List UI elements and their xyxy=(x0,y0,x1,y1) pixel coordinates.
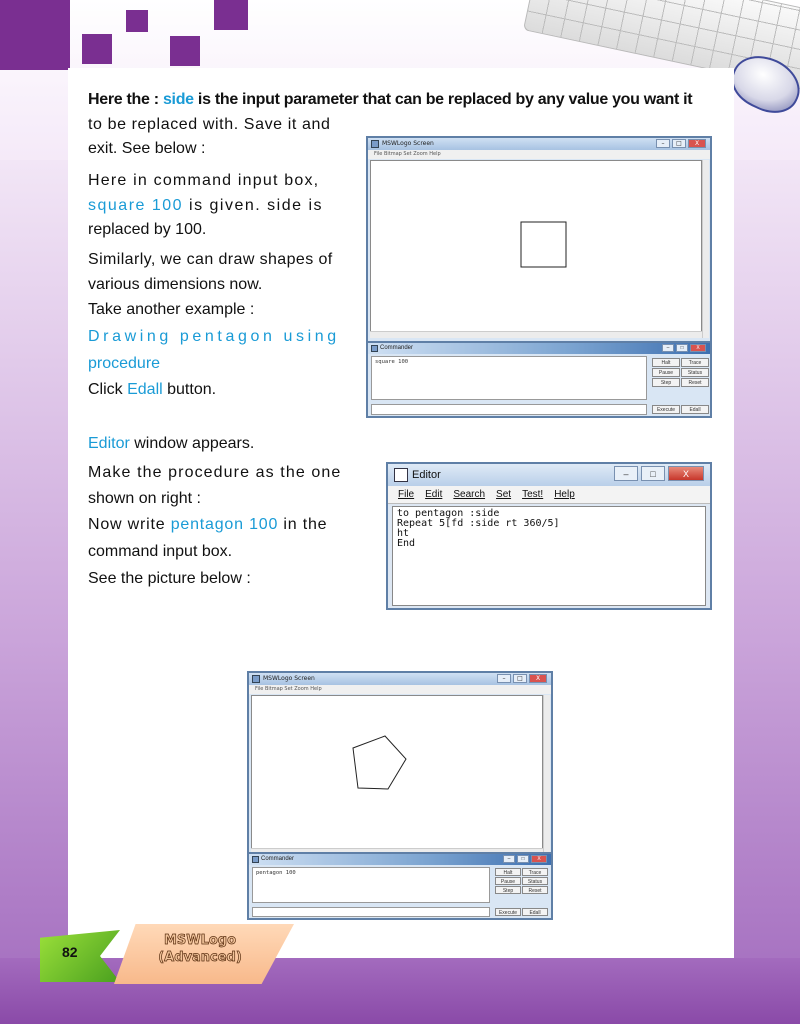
horizontal-scrollbar[interactable] xyxy=(370,331,702,338)
window-menubar[interactable]: File Bitmap Set Zoom Help xyxy=(368,150,710,159)
command-input[interactable] xyxy=(371,404,647,415)
code-pentagon-100: pentagon 100 xyxy=(170,516,279,533)
para1-line3: exit. See below : xyxy=(88,140,206,157)
step-button[interactable]: Step xyxy=(652,378,680,387)
para2-line2: square 100 is given. side is xyxy=(88,197,323,214)
commander-window-1: Commander – □ X square 100 Halt Trace Pa… xyxy=(366,341,712,418)
decor-square xyxy=(126,10,148,32)
maximize-icon[interactable]: □ xyxy=(517,855,529,863)
window-titlebar: MSWLogo Screen – □ X xyxy=(368,138,710,150)
app-icon xyxy=(371,140,379,148)
para4-line1: Make the procedure as the one xyxy=(88,464,342,481)
minimize-icon[interactable]: – xyxy=(662,344,674,352)
execute-button[interactable]: Execute xyxy=(652,405,680,414)
pentagon-drawing xyxy=(352,735,407,790)
maximize-icon[interactable]: □ xyxy=(641,466,665,481)
window-menubar[interactable]: File Bitmap Set Zoom Help xyxy=(249,685,551,694)
step-button[interactable]: Step xyxy=(495,886,521,894)
menu-file[interactable]: File xyxy=(398,486,414,503)
decor-square xyxy=(82,34,112,64)
menu-edit[interactable]: Edit xyxy=(425,486,442,503)
close-icon[interactable]: X xyxy=(668,466,704,481)
decor-square xyxy=(0,0,70,70)
status-button[interactable]: Status xyxy=(681,368,709,377)
square-drawing xyxy=(520,221,567,268)
editor-code-area[interactable]: to pentagon :side Repeat 5[fd :side rt 3… xyxy=(392,506,706,606)
pause-button[interactable]: Pause xyxy=(495,877,521,885)
click-edall-line: Click Edall button. xyxy=(88,381,217,398)
close-icon[interactable]: X xyxy=(690,344,706,352)
code-square-100: square 100 xyxy=(88,197,184,214)
param-side: side xyxy=(162,91,194,108)
edall-button[interactable]: Edall xyxy=(522,908,548,916)
drawing-canvas[interactable] xyxy=(370,160,702,338)
para4-line4: command input box. xyxy=(88,543,233,560)
menu-help[interactable]: Help xyxy=(554,486,575,503)
mswlogo-screen-window-2: MSWLogo Screen – □ X File Bitmap Set Zoo… xyxy=(247,671,553,861)
editor-window: Editor – □ X File Edit Search Set Test! … xyxy=(386,462,712,610)
pause-button[interactable]: Pause xyxy=(652,368,680,377)
halt-button[interactable]: Halt xyxy=(652,358,680,367)
command-input[interactable] xyxy=(252,907,490,917)
app-icon xyxy=(371,345,378,352)
para1-line1: Here the : side is the input parameter t… xyxy=(88,91,693,108)
para2-line1: Here in command input box, xyxy=(88,172,320,189)
halt-button[interactable]: Halt xyxy=(495,868,521,876)
edall-button[interactable]: Edall xyxy=(681,405,709,414)
commander-window-2: Commander – □ X pentagon 100 Halt Trace … xyxy=(247,852,553,920)
editor-titlebar: Editor – □ X xyxy=(388,464,710,486)
commander-titlebar: Commander – □ X xyxy=(249,854,551,865)
vertical-scrollbar[interactable] xyxy=(702,160,709,338)
close-icon[interactable]: X xyxy=(529,674,547,683)
footer-title: MSWLogo (Advanced) xyxy=(158,933,242,966)
page-number: 82 xyxy=(62,944,78,960)
decor-square xyxy=(170,36,200,66)
para4-line2: shown on right : xyxy=(88,490,201,507)
app-icon xyxy=(252,675,260,683)
minimize-icon[interactable]: – xyxy=(614,466,638,481)
trace-button[interactable]: Trace xyxy=(681,358,709,367)
execute-button[interactable]: Execute xyxy=(495,908,521,916)
commander-titlebar: Commander – □ X xyxy=(368,343,710,354)
editor-appears-line: Editor window appears. xyxy=(88,435,255,452)
window-titlebar: MSWLogo Screen – □ X xyxy=(249,673,551,685)
para4-line3: Now write pentagon 100 in the xyxy=(88,516,328,533)
left-band xyxy=(0,160,68,958)
para3-line3: Take another example : xyxy=(88,301,255,318)
trace-button[interactable]: Trace xyxy=(522,868,548,876)
command-history: square 100 xyxy=(371,356,647,400)
heading-line1: Drawing pentagon using xyxy=(88,328,340,345)
reset-button[interactable]: Reset xyxy=(522,886,548,894)
minimize-icon[interactable]: – xyxy=(497,674,511,683)
app-icon xyxy=(252,856,259,863)
close-icon[interactable]: X xyxy=(688,139,706,148)
heading-line2: procedure xyxy=(88,355,161,372)
vertical-scrollbar[interactable] xyxy=(543,695,550,855)
para2-line3: replaced by 100. xyxy=(88,221,207,238)
maximize-icon[interactable]: □ xyxy=(676,344,688,352)
decor-square xyxy=(214,0,248,30)
close-icon[interactable]: X xyxy=(531,855,547,863)
editor-menubar: File Edit Search Set Test! Help xyxy=(388,486,710,504)
para3-line2: various dimensions now. xyxy=(88,276,263,293)
para3-line1: Similarly, we can draw shapes of xyxy=(88,251,333,268)
command-history: pentagon 100 xyxy=(252,867,490,903)
reset-button[interactable]: Reset xyxy=(681,378,709,387)
minimize-icon[interactable]: – xyxy=(656,139,670,148)
maximize-icon[interactable]: □ xyxy=(672,139,686,148)
menu-search[interactable]: Search xyxy=(453,486,485,503)
editor-app-icon xyxy=(394,468,408,482)
menu-test[interactable]: Test! xyxy=(522,486,543,503)
para1-line2: to be replaced with. Save it and xyxy=(88,116,331,133)
status-button[interactable]: Status xyxy=(522,877,548,885)
mswlogo-screen-window-1: MSWLogo Screen – □ X File Bitmap Set Zoo… xyxy=(366,136,712,346)
right-band xyxy=(734,160,800,958)
minimize-icon[interactable]: – xyxy=(503,855,515,863)
para4-line5: See the picture below : xyxy=(88,570,251,587)
maximize-icon[interactable]: □ xyxy=(513,674,527,683)
menu-set[interactable]: Set xyxy=(496,486,511,503)
drawing-canvas[interactable] xyxy=(251,695,543,855)
edall-link: Edall xyxy=(127,381,163,398)
